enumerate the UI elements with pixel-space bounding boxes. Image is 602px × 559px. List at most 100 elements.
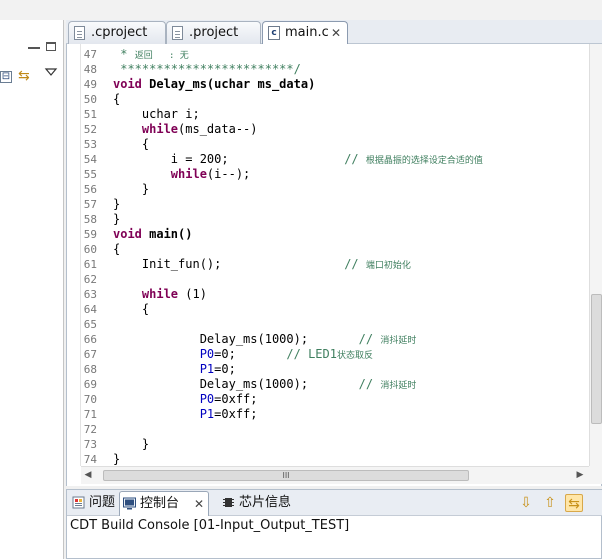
close-icon[interactable]: ✕ (194, 492, 204, 516)
tab-label: 芯片信息 (239, 495, 292, 510)
code-token: while (170, 167, 207, 181)
tab-label: .cproject (91, 25, 148, 40)
link-editor-icon[interactable]: ⇆ (565, 494, 583, 512)
line-number: 74 (83, 453, 97, 466)
code-token: P0 (199, 347, 215, 361)
line-number: 70 (83, 393, 97, 406)
code-line[interactable]: i = 200; // 根据晶振的选择设定合适的值 (113, 152, 483, 167)
code-line[interactable]: } (113, 452, 120, 467)
scroll-left-icon[interactable]: ◀ (83, 470, 93, 481)
code-token: void (113, 227, 142, 241)
tab-console[interactable]: 控制台 ✕ (119, 491, 209, 516)
code-token: } (113, 212, 121, 226)
tab-main-c[interactable]: c main.c ✕ (262, 21, 348, 45)
horizontal-scrollbar[interactable]: ◀ III ▶ (81, 466, 589, 484)
code-line[interactable]: { (113, 242, 120, 257)
scroll-right-icon[interactable]: ▶ (575, 470, 585, 481)
code-line[interactable]: ************************/ (113, 62, 301, 77)
collapse-all-icon[interactable]: ⊟ (0, 71, 12, 83)
c-source-file-icon: c (268, 26, 280, 40)
code-line[interactable]: P0=0xff; (113, 392, 258, 407)
maximize-icon[interactable] (46, 42, 56, 51)
code-line[interactable]: P0=0; // LED1状态取反 (113, 347, 373, 362)
code-line[interactable]: { (113, 92, 120, 107)
code-line[interactable]: * 返回 : 无 (113, 47, 189, 62)
line-number: 71 (83, 408, 97, 421)
horizontal-scroll-thumb[interactable]: III (103, 470, 469, 481)
line-number: 64 (83, 303, 97, 316)
code-line[interactable]: while(ms_data--) (113, 122, 258, 137)
line-number: 68 (83, 363, 97, 376)
code-line[interactable]: { (113, 137, 149, 152)
code-token: (1) (178, 287, 207, 301)
line-number: 59 (83, 228, 97, 241)
code-token: { (113, 137, 150, 151)
arrow-down-icon[interactable]: ⇩ (517, 494, 535, 512)
minimize-icon[interactable] (28, 46, 40, 49)
code-token: =0xff; (214, 407, 258, 421)
code-line[interactable]: P1=0; (113, 362, 236, 377)
code-token: } (113, 452, 121, 466)
code-token: P1 (199, 362, 215, 376)
code-token: =0xff; (214, 392, 258, 406)
code-token: } (113, 197, 121, 211)
code-line[interactable]: void Delay_ms(uchar ms_data) (113, 77, 315, 92)
code-token: * (113, 47, 135, 61)
code-line[interactable]: while(i--); (113, 167, 250, 182)
code-line[interactable]: P1=0xff; (113, 407, 258, 422)
code-line[interactable]: } (113, 197, 120, 212)
code-line[interactable]: uchar i; (113, 107, 200, 122)
link-with-editor-icon[interactable]: ⇆ (18, 68, 36, 84)
vertical-scroll-thumb[interactable] (591, 294, 602, 424)
code-line[interactable]: } (113, 182, 149, 197)
line-number: 47 (83, 48, 97, 61)
tab-problems[interactable]: 问题 (69, 491, 117, 516)
line-number: 56 (83, 183, 97, 196)
code-line[interactable]: while (1) (113, 287, 207, 302)
code-line[interactable]: } (113, 437, 149, 452)
code-token: // (358, 377, 381, 391)
code-token: i = 200; (113, 152, 345, 166)
code-line[interactable]: { (113, 302, 149, 317)
code-token: 消抖延时 (380, 336, 417, 346)
close-icon[interactable]: ✕ (331, 22, 341, 44)
code-token: { (113, 92, 121, 106)
line-number: 65 (83, 318, 97, 331)
code-token: ************************/ (113, 62, 301, 76)
file-icon (172, 26, 183, 40)
arrow-up-icon[interactable]: ⇧ (541, 494, 559, 512)
code-token: void (113, 77, 142, 91)
view-menu-icon[interactable] (44, 67, 58, 79)
tab-label: 控制台 (140, 496, 180, 511)
code-token: 状态取反 (336, 351, 373, 361)
line-number: 52 (83, 123, 97, 136)
code-line[interactable]: void main() (113, 227, 192, 242)
code-token: (ms_data--) (178, 122, 258, 136)
line-number: 58 (83, 213, 97, 226)
vertical-scrollbar[interactable] (589, 44, 602, 466)
code-token: 端口初始化 (365, 261, 411, 271)
code-token: =0; (214, 362, 236, 376)
file-icon (74, 26, 85, 40)
code-line[interactable]: Delay_ms(1000); // 消抖延时 (113, 377, 417, 392)
code-editor[interactable]: 47 * 返回 : 无 48 ************************/ 4… (66, 44, 602, 486)
code-token: Init_fun(); (113, 257, 345, 271)
code-token: // (358, 332, 381, 346)
code-line[interactable]: } (113, 212, 120, 227)
code-token: (i--); (206, 167, 251, 181)
code-token: P1 (199, 407, 215, 421)
bottom-view-panel: 问题 控制台 ✕ 芯片信息 ⇩ ⇧ ⇆ CDT Build Console [0… (66, 489, 602, 559)
tab-label: 问题 (89, 495, 116, 510)
code-token: { (113, 302, 150, 316)
code-line[interactable]: Delay_ms(1000); // 消抖延时 (113, 332, 417, 347)
line-number: 72 (83, 423, 97, 436)
tab-chip-info[interactable]: 芯片信息 (219, 491, 301, 516)
tab-cproject[interactable]: .cproject (68, 21, 166, 44)
line-number: 62 (83, 273, 97, 286)
code-line[interactable]: Init_fun(); // 端口初始化 (113, 257, 411, 272)
code-token: Delay_ms(1000); (113, 332, 359, 346)
tab-project[interactable]: .project (166, 21, 261, 44)
problems-icon (72, 496, 85, 509)
